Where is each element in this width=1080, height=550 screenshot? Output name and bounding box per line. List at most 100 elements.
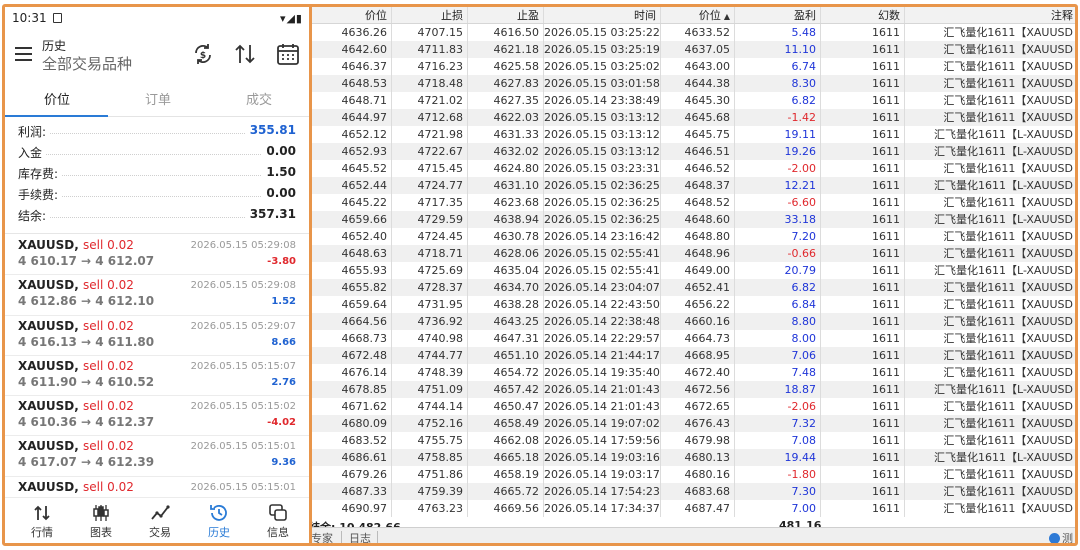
symbol-filter[interactable]: 全部交易品种	[42, 53, 132, 74]
list-item[interactable]: XAUUSD, sell 0.02 2026.05.15 05:29:08 4 61…	[5, 275, 309, 316]
cell-profit: 7.30	[735, 483, 821, 500]
cell-comment: 汇飞量化1611【XAUUSD	[943, 247, 1073, 260]
summary-profit-total: 481.16	[779, 519, 822, 527]
cell-take-profit: 4622.03	[468, 109, 544, 126]
calendar-icon[interactable]	[275, 41, 301, 67]
summary-label: 利润:	[18, 123, 50, 140]
nav-trade[interactable]: 交易	[135, 502, 185, 540]
list-item[interactable]: XAUUSD, sell 0.02 2026.05.15 05:29:08 4 61…	[5, 235, 309, 276]
cell-close-price: 4656.22	[661, 296, 735, 313]
sort-icon[interactable]	[232, 41, 258, 67]
cell-magic: 1611	[821, 245, 905, 262]
deal-side: sell 0.02	[83, 439, 134, 454]
table-row[interactable]: 4687.33 4759.39 4665.72 2026.05.14 17:54:23…	[309, 483, 1075, 500]
cell-comment: 汇飞量化1611【XAUUSD	[943, 111, 1073, 124]
table-row[interactable]: 4672.48 4744.77 4651.10 2026.05.14 21:44:17…	[309, 347, 1075, 364]
table-row[interactable]: 4680.09 4752.16 4658.49 2026.05.14 19:07:02…	[309, 415, 1075, 432]
cell-take-profit: 4634.70	[468, 279, 544, 296]
table-row[interactable]: 4671.62 4744.14 4650.47 2026.05.14 21:01:43…	[309, 398, 1075, 415]
table-row[interactable]: 4686.61 4758.85 4665.18 2026.05.14 19:03:16…	[309, 449, 1075, 466]
table-row[interactable]: 4664.56 4736.92 4643.25 2026.05.14 22:38:48…	[309, 313, 1075, 330]
cell-time: 2026.05.15 03:25:02	[544, 58, 661, 75]
cell-profit: 8.30	[735, 75, 821, 92]
col-header-take-profit[interactable]: 止盈	[468, 7, 544, 23]
cell-take-profit: 4651.10	[468, 347, 544, 364]
nav-quotes[interactable]: 行情	[17, 502, 67, 540]
cell-take-profit: 4623.68	[468, 194, 544, 211]
col-header-close-price[interactable]: 价位 ▲	[661, 7, 735, 23]
col-header-stop-loss[interactable]: 止损	[392, 7, 468, 23]
cell-open-price: 4645.52	[309, 160, 392, 177]
col-header-open-price[interactable]: 价位	[309, 7, 392, 23]
table-row[interactable]: 4636.26 4707.15 4616.50 2026.05.15 03:25:22…	[309, 24, 1075, 41]
table-row[interactable]: 4645.52 4715.45 4624.80 2026.05.15 03:23:31…	[309, 160, 1075, 177]
cell-time: 2026.05.14 21:44:17	[544, 347, 661, 364]
tab-divider	[377, 531, 378, 543]
strategy-tester-button[interactable]: 测	[1049, 530, 1073, 543]
currency-exchange-icon[interactable]: $	[190, 41, 216, 67]
table-row[interactable]: 4655.82 4728.37 4634.70 2026.05.14 23:04:07…	[309, 279, 1075, 296]
table-row[interactable]: 4679.26 4751.86 4658.19 2026.05.14 19:03:17…	[309, 466, 1075, 483]
list-item[interactable]: XAUUSD, sell 0.02 2026.05.15 05:15:01	[5, 477, 309, 497]
table-row[interactable]: 4655.93 4725.69 4635.04 2026.05.15 02:55:41…	[309, 262, 1075, 279]
col-header-comment[interactable]: 注释	[905, 7, 1075, 23]
tab-orders[interactable]: 订单	[108, 89, 208, 108]
table-row[interactable]: 4644.97 4712.68 4622.03 2026.05.15 03:13:12…	[309, 109, 1075, 126]
tab-positions[interactable]: 价位	[7, 89, 107, 108]
deal-prices: 4 611.90 → 4 610.52	[18, 374, 155, 389]
cell-time: 2026.05.15 02:36:25	[544, 177, 661, 194]
col-header-profit[interactable]: 盈利	[735, 7, 821, 23]
cell-comment: 汇飞量化1611【XAUUSD	[943, 162, 1073, 175]
summary-value: 0.00	[262, 186, 296, 200]
deal-symbol: XAUUSD, sell 0.02	[18, 479, 134, 494]
cell-stop-loss: 4724.45	[392, 228, 468, 245]
table-row[interactable]: 4648.63 4718.71 4628.06 2026.05.15 02:55:41…	[309, 245, 1075, 262]
table-header: 价位 止损 止盈 时间 价位 ▲ 盈利 幻数 注释	[309, 7, 1075, 24]
cell-open-price: 4676.14	[309, 364, 392, 381]
cell-close-price: 4644.38	[661, 75, 735, 92]
terminal-history-panel: 价位 止损 止盈 时间 价位 ▲ 盈利 幻数 注释 4636.26 4707.15 4…	[306, 4, 1078, 546]
table-row[interactable]: 4659.66 4729.59 4638.94 2026.05.15 02:36:25…	[309, 211, 1075, 228]
table-row[interactable]: 4683.52 4755.75 4662.08 2026.05.14 17:59:56…	[309, 432, 1075, 449]
deal-symbol: XAUUSD, sell 0.02	[18, 318, 134, 333]
table-row[interactable]: 4652.12 4721.98 4631.33 2026.05.15 03:13:12…	[309, 126, 1075, 143]
hamburger-menu-icon[interactable]	[15, 47, 32, 61]
table-row[interactable]: 4652.40 4724.45 4630.78 2026.05.14 23:16:42…	[309, 228, 1075, 245]
cell-time: 2026.05.15 03:25:19	[544, 41, 661, 58]
table-row[interactable]: 4668.73 4740.98 4647.31 2026.05.14 22:29:57…	[309, 330, 1075, 347]
table-row[interactable]: 4652.93 4722.67 4632.02 2026.05.15 03:13:12…	[309, 143, 1075, 160]
cell-close-price: 4660.16	[661, 313, 735, 330]
cell-time: 2026.05.15 03:23:31	[544, 160, 661, 177]
table-row[interactable]: 4676.14 4748.39 4654.72 2026.05.14 19:35:40…	[309, 364, 1075, 381]
cell-magic: 1611	[821, 160, 905, 177]
col-header-magic[interactable]: 幻数	[821, 7, 905, 23]
summary-row-balance: 结余: 357.31	[5, 204, 309, 225]
list-item[interactable]: XAUUSD, sell 0.02 2026.05.15 05:15:01 4 61…	[5, 436, 309, 477]
table-row[interactable]: 4648.71 4721.02 4627.35 2026.05.14 23:38:49…	[309, 92, 1075, 109]
table-row[interactable]: 4690.97 4763.23 4669.56 2026.05.14 17:34:37…	[309, 500, 1075, 517]
summary-label: 结余:	[18, 207, 50, 224]
list-item[interactable]: XAUUSD, sell 0.02 2026.05.15 05:15:02 4 61…	[5, 396, 309, 437]
sort-asc-icon: ▲	[723, 12, 730, 21]
cell-open-price: 4646.37	[309, 58, 392, 75]
list-item[interactable]: XAUUSD, sell 0.02 2026.05.15 05:15:07 4 61…	[5, 356, 309, 397]
table-row[interactable]: 4642.60 4711.83 4621.18 2026.05.15 03:25:19…	[309, 41, 1075, 58]
nav-charts[interactable]: 图表	[76, 502, 126, 540]
nav-history[interactable]: 历史	[194, 502, 244, 540]
col-header-close-time[interactable]: 时间	[544, 7, 661, 23]
table-row[interactable]: 4659.64 4731.95 4638.28 2026.05.14 22:43:50…	[309, 296, 1075, 313]
deal-prices: 4 612.86 → 4 612.10	[18, 294, 155, 309]
table-row[interactable]: 4648.53 4718.48 4627.83 2026.05.15 03:01:58…	[309, 75, 1075, 92]
tab-experts[interactable]: 专家	[311, 530, 333, 543]
table-row[interactable]: 4652.44 4724.77 4631.10 2026.05.15 02:36:25…	[309, 177, 1075, 194]
tab-deals[interactable]: 成交	[209, 89, 309, 108]
table-row[interactable]: 4645.22 4717.35 4623.68 2026.05.15 02:36:25…	[309, 194, 1075, 211]
nav-messages[interactable]: 信息	[253, 502, 303, 540]
table-row[interactable]: 4646.37 4716.23 4625.58 2026.05.15 03:25:02…	[309, 58, 1075, 75]
list-item[interactable]: XAUUSD, sell 0.02 2026.05.15 05:29:07 4 61…	[5, 316, 309, 356]
page-title: 历史	[42, 39, 67, 53]
cell-stop-loss: 4712.68	[392, 109, 468, 126]
tab-journal[interactable]: 日志	[349, 530, 371, 543]
table-row[interactable]: 4678.85 4751.09 4657.42 2026.05.14 21:01:43…	[309, 381, 1075, 398]
deal-symbol: XAUUSD, sell 0.02	[18, 439, 134, 454]
